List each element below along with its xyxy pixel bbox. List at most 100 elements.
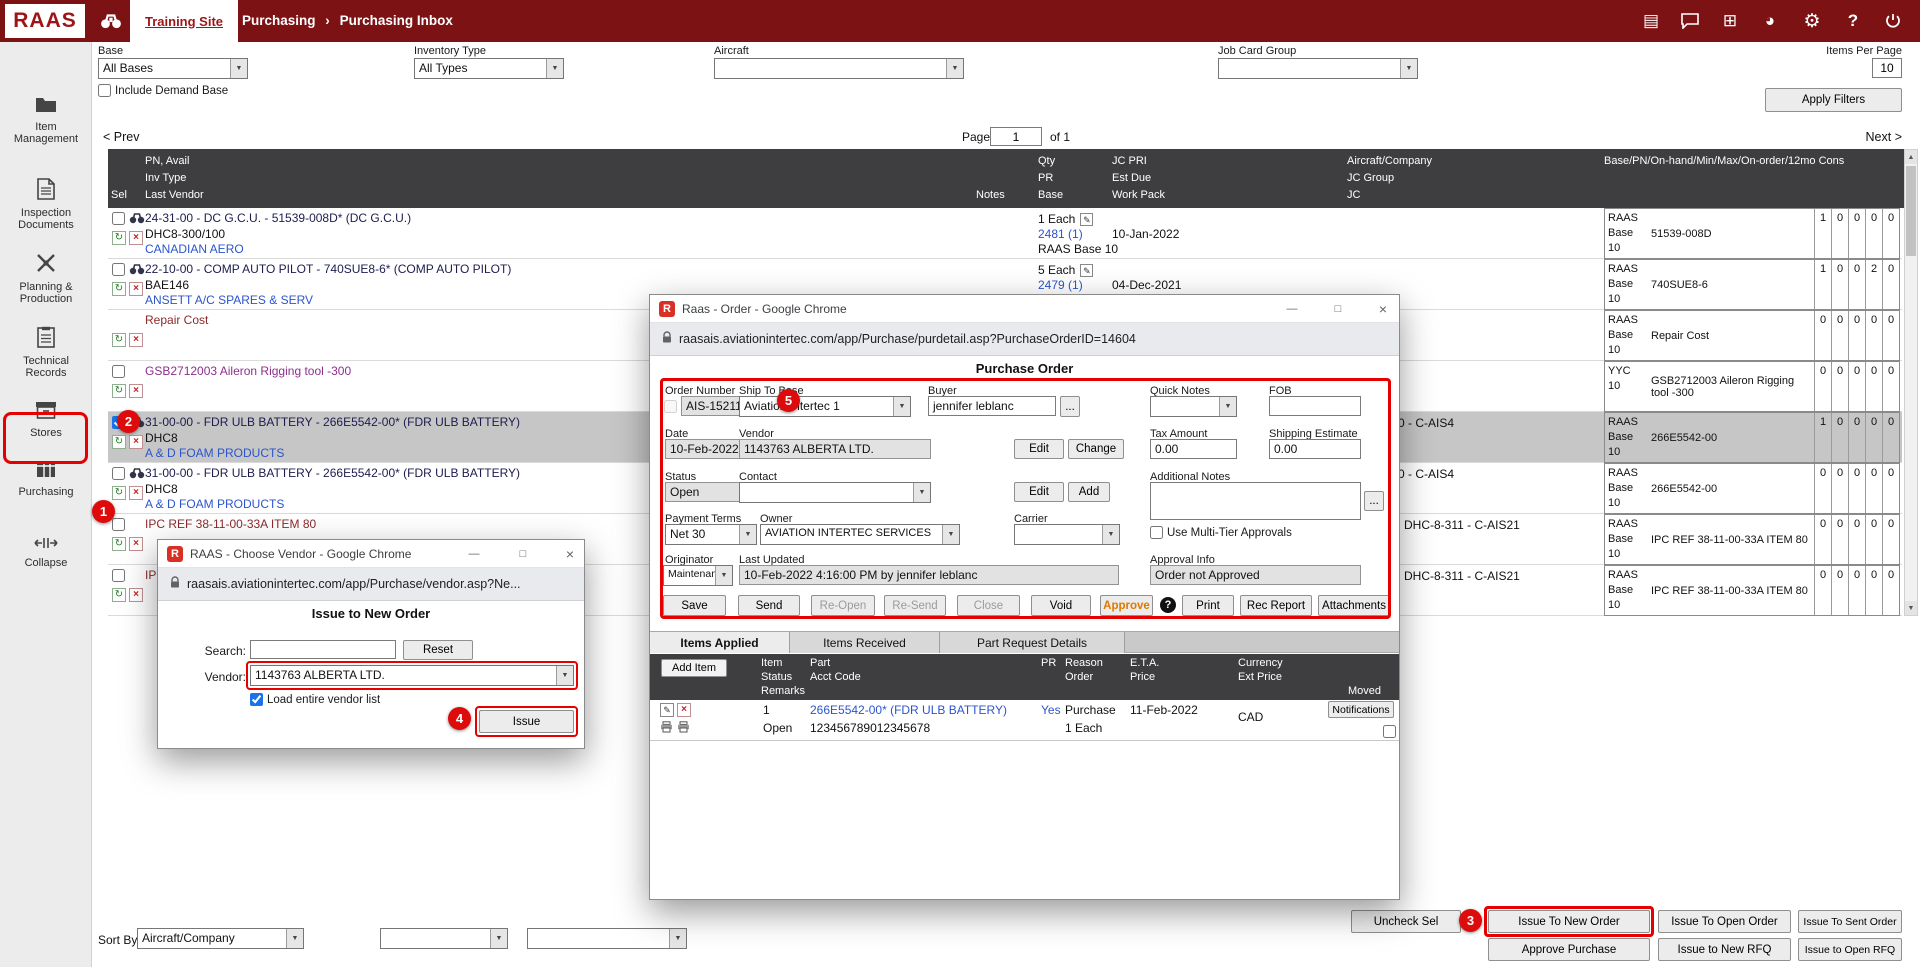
sidebar-item-item-management[interactable]: Item Management	[0, 94, 92, 145]
carrier-select[interactable]: ▼	[1014, 524, 1120, 545]
dialog-title-bar[interactable]: R RAAS - Choose Vendor - Google Chrome —…	[158, 540, 584, 568]
approve-button[interactable]: Approve	[1100, 595, 1153, 616]
detail-icon[interactable]: ↻	[112, 333, 126, 347]
add-item-button[interactable]: Add Item	[661, 659, 727, 677]
detail-icon[interactable]: ↻	[112, 435, 126, 449]
ship-to-base-select[interactable]: Aviation Intertec 1▼	[739, 396, 911, 417]
sidebar-item-stores[interactable]: Stores	[0, 400, 92, 439]
tab-items-received[interactable]: Items Received	[790, 632, 940, 653]
detail-icon[interactable]: ↻	[112, 282, 126, 296]
url-bar[interactable]: raasais.aviationintertec.com/app/Purchas…	[650, 323, 1399, 356]
chat-icon[interactable]	[1678, 9, 1702, 33]
row-select-checkbox[interactable]	[112, 569, 125, 582]
notifications-button[interactable]: Notifications	[1328, 701, 1394, 718]
url-bar[interactable]: raasais.aviationintertec.com/app/Purchas…	[158, 568, 584, 601]
save-button[interactable]: Save	[663, 595, 726, 616]
remove-icon[interactable]: ×	[129, 384, 143, 398]
row-select-checkbox[interactable]	[112, 212, 125, 225]
tab-part-request-details[interactable]: Part Request Details	[940, 632, 1125, 653]
sort-by-select-1[interactable]: Aircraft/Company▼	[137, 928, 304, 949]
uncheck-sel-button[interactable]: Uncheck Sel	[1351, 910, 1461, 933]
vertical-scrollbar[interactable]: ▲ ▼	[1904, 149, 1918, 616]
issue-to-open-order-button[interactable]: Issue To Open Order	[1658, 910, 1791, 933]
rec-report-button[interactable]: Rec Report	[1240, 595, 1312, 616]
edit-qty-icon[interactable]: ✎	[1080, 264, 1093, 277]
load-entire-vendor-list-checkbox[interactable]	[250, 693, 263, 706]
power-logout-icon[interactable]	[1881, 9, 1905, 33]
additional-notes-textarea[interactable]	[1150, 482, 1361, 520]
prev-page-link[interactable]: < Prev	[103, 130, 139, 144]
include-demand-base-checkbox[interactable]	[98, 84, 111, 97]
remove-icon[interactable]: ×	[129, 231, 143, 245]
last-vendor-link[interactable]: A & D FOAM PRODUCTS	[145, 497, 284, 511]
scroll-down-icon[interactable]: ▼	[1905, 601, 1917, 615]
pr-link[interactable]: 2481 (1)	[1038, 227, 1083, 241]
payment-terms-select[interactable]: Net 30▼	[665, 524, 757, 545]
item-part-link[interactable]: 266E5542-00* (FDR ULB BATTERY)	[810, 703, 1007, 717]
sidebar-item-planning-production[interactable]: Planning & Production	[0, 252, 92, 305]
buyer-lookup-button[interactable]: ...	[1060, 396, 1080, 417]
print-item-icon[interactable]	[677, 721, 690, 736]
print-item-icon[interactable]	[660, 721, 673, 736]
search-input[interactable]	[250, 640, 396, 659]
issue-to-new-rfq-button[interactable]: Issue to New RFQ	[1658, 938, 1791, 961]
row-select-checkbox[interactable]	[112, 365, 125, 378]
remove-icon[interactable]: ×	[129, 333, 143, 347]
breadcrumb-section[interactable]: Purchasing	[242, 13, 316, 28]
vendor-select[interactable]: 1143763 ALBERTA LTD.▼	[250, 665, 574, 686]
apply-filters-button[interactable]: Apply Filters	[1765, 88, 1902, 112]
sort-by-select-2[interactable]: ▼	[380, 928, 508, 949]
binoculars-icon[interactable]	[129, 212, 145, 227]
originator-select[interactable]: Maintenance▼	[663, 565, 733, 586]
void-button[interactable]: Void	[1031, 595, 1091, 616]
gears-settings-icon[interactable]: ⚙	[1800, 9, 1824, 33]
attachments-button[interactable]: Attachments	[1318, 595, 1390, 616]
tax-amount-field[interactable]: 0.00	[1150, 439, 1237, 459]
contact-add-button[interactable]: Add	[1068, 482, 1110, 502]
next-page-link[interactable]: Next >	[1850, 130, 1902, 144]
maximize-icon[interactable]: □	[515, 546, 531, 562]
detail-icon[interactable]: ↻	[112, 588, 126, 602]
multi-tier-approvals-checkbox[interactable]	[1150, 526, 1163, 539]
items-per-page-input[interactable]	[1872, 58, 1902, 78]
item-moved-checkbox[interactable]	[1383, 725, 1396, 738]
add-window-icon[interactable]: ⊞	[1718, 9, 1742, 33]
binoculars-icon[interactable]	[129, 263, 145, 278]
binoculars-search-icon[interactable]	[100, 13, 122, 32]
scroll-up-icon[interactable]: ▲	[1905, 150, 1917, 164]
edit-qty-icon[interactable]: ✎	[1080, 213, 1093, 226]
reset-button[interactable]: Reset	[403, 640, 473, 660]
owner-select[interactable]: AVIATION INTERTEC SERVICES▼	[760, 524, 960, 545]
shipping-estimate-field[interactable]: 0.00	[1269, 439, 1361, 459]
detail-icon[interactable]: ↻	[112, 384, 126, 398]
notes-more-button[interactable]: ...	[1364, 491, 1384, 511]
help-circle-icon[interactable]: ?	[1160, 597, 1176, 613]
minimize-icon[interactable]: —	[1284, 301, 1300, 317]
issue-to-new-order-button[interactable]: Issue To New Order	[1488, 910, 1650, 933]
sidebar-item-technical-records[interactable]: Technical Records	[0, 326, 92, 379]
remove-icon[interactable]: ×	[129, 486, 143, 500]
minimize-icon[interactable]: —	[466, 546, 482, 562]
job-card-group-select[interactable]: ▼	[1218, 58, 1418, 79]
last-vendor-link[interactable]: CANADIAN AERO	[145, 242, 244, 256]
delete-item-icon[interactable]: ×	[677, 703, 691, 717]
sidebar-item-purchasing[interactable]: Purchasing	[0, 459, 92, 498]
detail-icon[interactable]: ↻	[112, 231, 126, 245]
sidebar-item-collapse[interactable]: Collapse	[0, 536, 92, 569]
buyer-field[interactable]: jennifer leblanc	[928, 396, 1056, 416]
issue-to-sent-order-button[interactable]: Issue To Sent Order	[1798, 910, 1902, 933]
page-number-input[interactable]	[990, 127, 1042, 146]
row-select-checkbox[interactable]	[112, 467, 125, 480]
tab-items-applied[interactable]: Items Applied	[650, 632, 790, 653]
row-select-checkbox[interactable]	[112, 518, 125, 531]
close-icon[interactable]: ×	[1375, 301, 1391, 317]
remove-icon[interactable]: ×	[129, 588, 143, 602]
help-icon[interactable]: ?	[1841, 9, 1865, 33]
row-select-checkbox[interactable]	[112, 263, 125, 276]
issue-to-open-rfq-button[interactable]: Issue to Open RFQ	[1798, 938, 1902, 961]
contact-select[interactable]: ▼	[739, 482, 931, 503]
sidebar-item-inspection-documents[interactable]: Inspection Documents	[0, 178, 92, 231]
send-button[interactable]: Send	[738, 595, 800, 616]
detail-icon[interactable]: ↻	[112, 537, 126, 551]
contact-edit-button[interactable]: Edit	[1014, 482, 1064, 502]
